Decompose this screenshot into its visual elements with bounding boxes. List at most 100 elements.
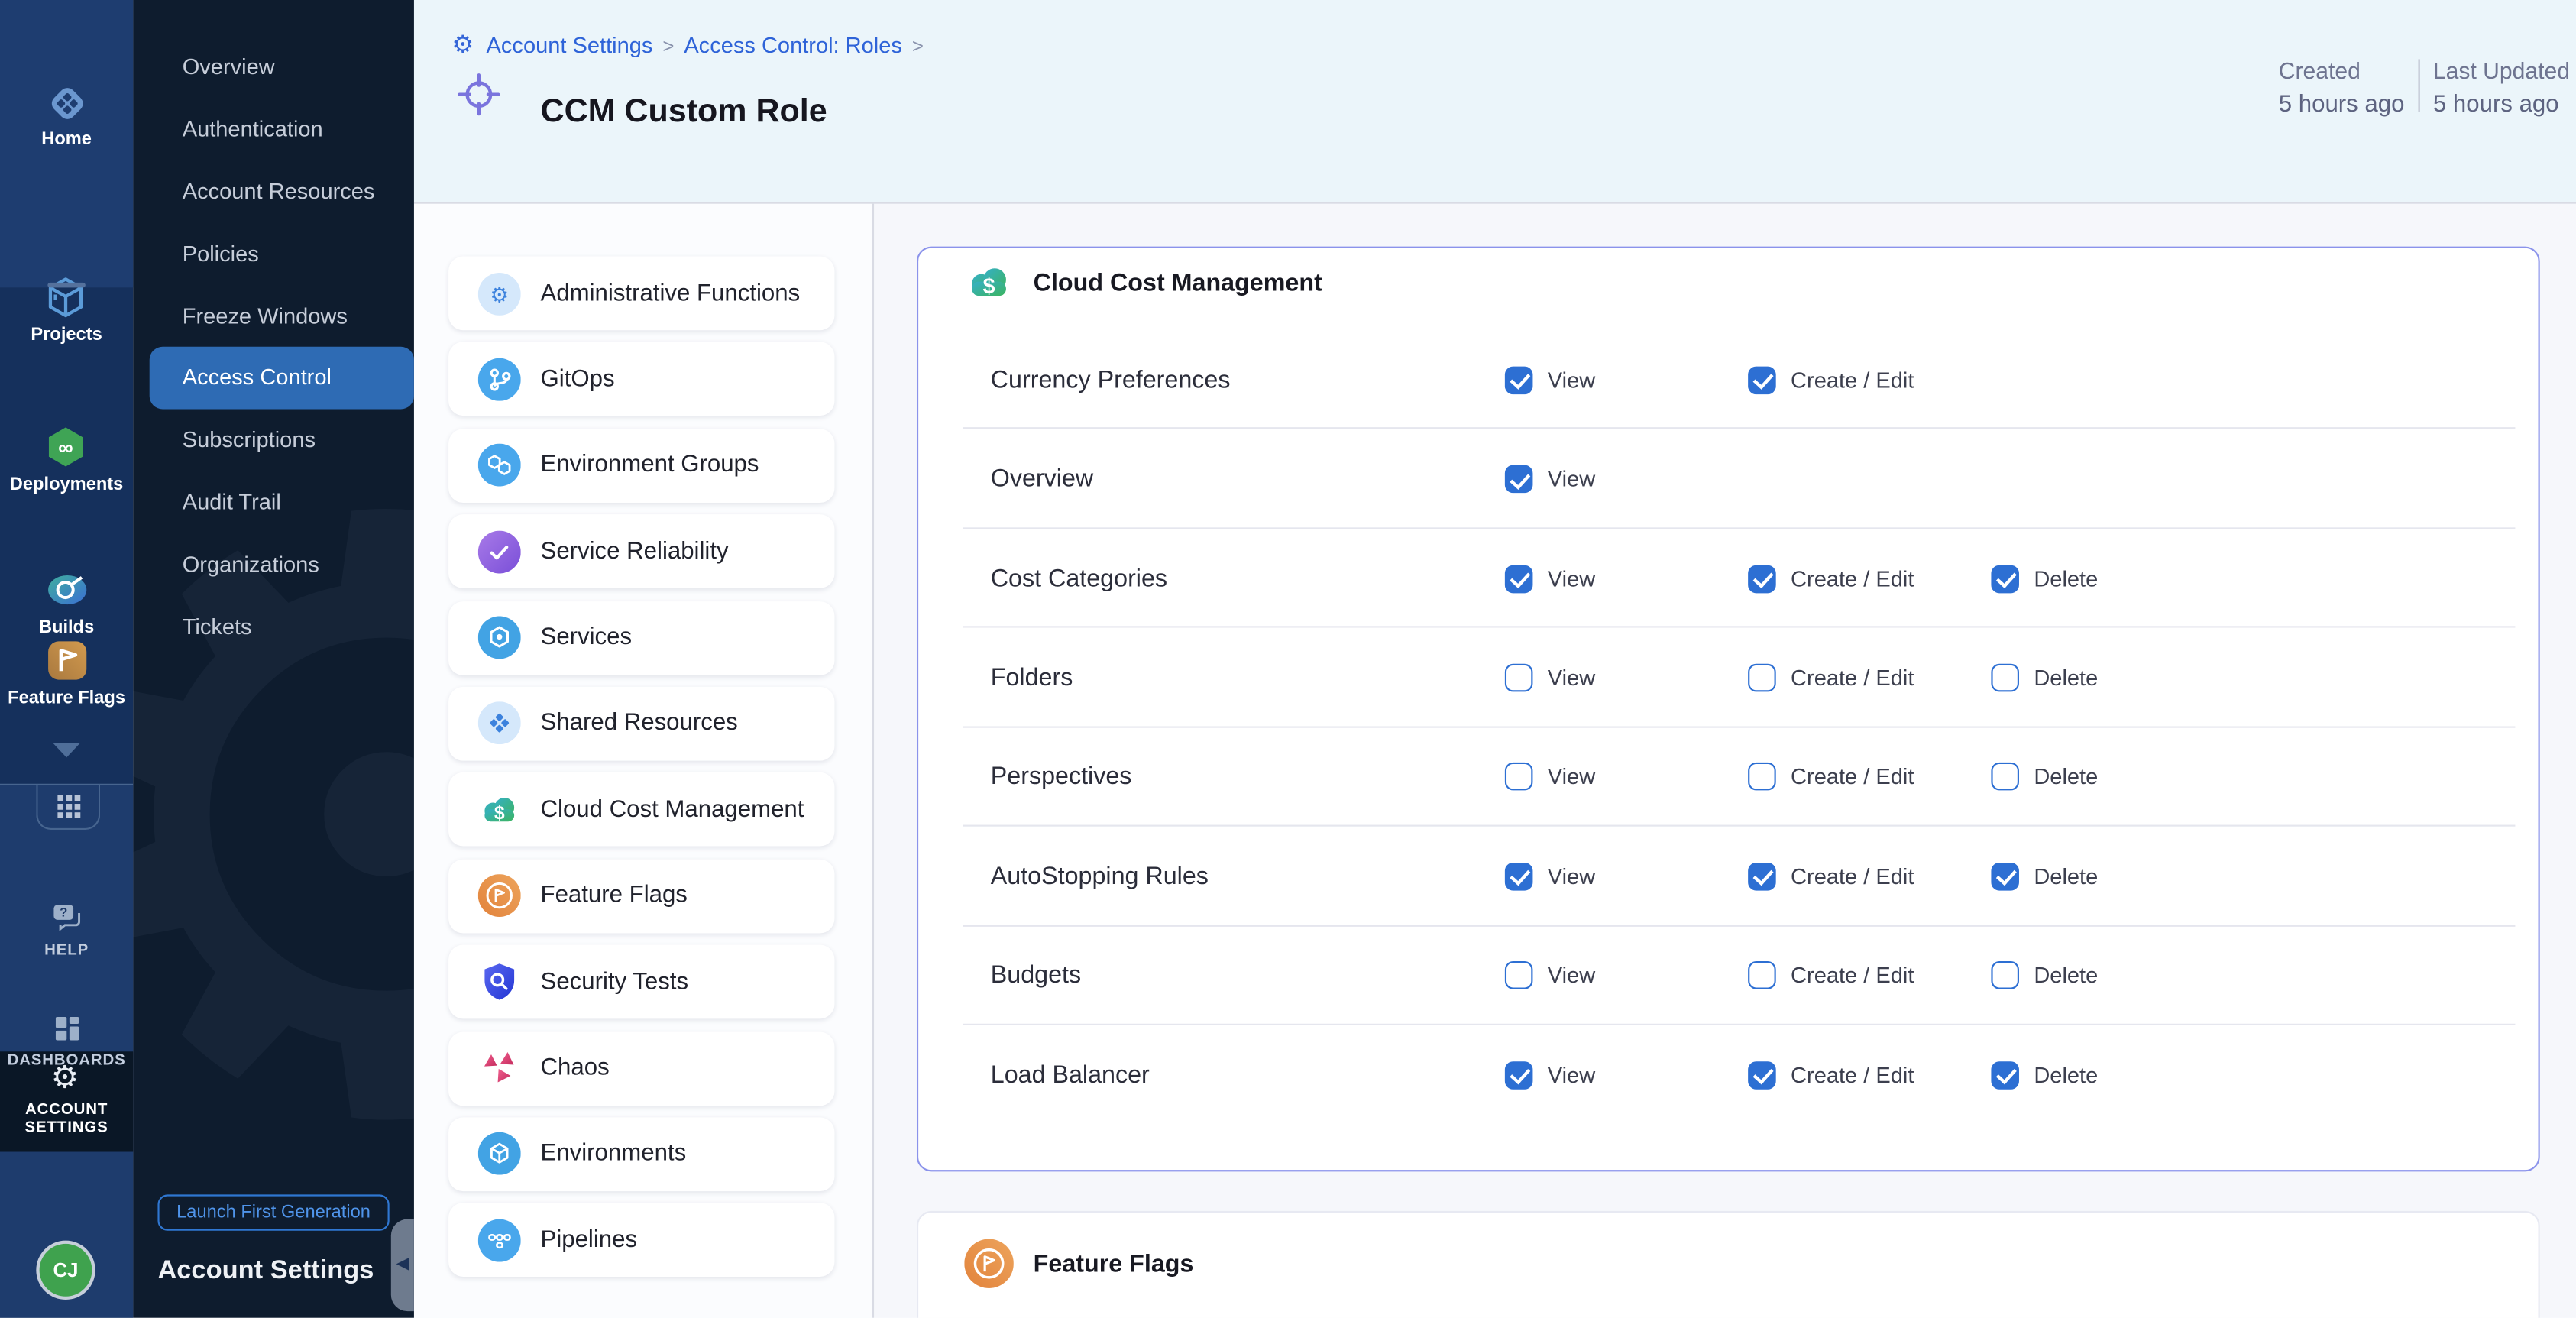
permission-checkbox-label[interactable]: View (1548, 665, 1595, 690)
sidebar-nav-item[interactable]: Policies (133, 222, 414, 284)
module-picker-button[interactable] (36, 784, 100, 830)
permission-checkbox[interactable] (1505, 465, 1533, 494)
permission-checkbox[interactable] (1991, 863, 2019, 891)
rail-nav-item[interactable]: Feature Flags (8, 637, 125, 708)
permission-checkbox-label[interactable]: View (1548, 963, 1595, 988)
permission-checkbox-label[interactable]: Delete (2034, 864, 2098, 889)
module-card[interactable]: Security Tests (448, 945, 834, 1019)
permission-checkbox[interactable] (1505, 763, 1533, 792)
permission-checkbox[interactable] (1748, 763, 1776, 792)
permission-checkbox[interactable] (1748, 863, 1776, 891)
permission-checkbox-label[interactable]: Create / Edit (1791, 1063, 1914, 1087)
svg-text:⚙: ⚙ (490, 282, 509, 306)
permission-checkbox[interactable] (1991, 565, 2019, 593)
module-card[interactable]: Environments (448, 1117, 834, 1191)
module-card[interactable]: Environment Groups (448, 429, 834, 503)
left-rail: Home Projects ∞ Deployments Builds Featu… (0, 0, 133, 1318)
sidebar-nav-item[interactable]: Access Control (150, 347, 414, 409)
rail-nav-item[interactable]: Builds (39, 567, 94, 637)
module-label: Environments (541, 1141, 687, 1167)
flag-square-icon (44, 637, 89, 683)
launch-first-generation-button[interactable]: Launch First Generation (157, 1194, 389, 1230)
sidebar-nav-item[interactable]: Tickets (133, 595, 414, 657)
sidebar-nav-label: Access Control (183, 365, 332, 390)
grid-3x3-icon (57, 795, 79, 818)
module-card[interactable]: Shared Resources (448, 687, 834, 761)
chevron-down-icon[interactable] (51, 741, 83, 759)
module-card[interactable]: Feature Flags (448, 859, 834, 933)
main-content: $ Cloud Cost Management Currency Prefere… (872, 201, 2576, 1317)
sidebar-nav-item[interactable]: Overview (133, 36, 414, 98)
module-card[interactable]: Services (448, 601, 834, 675)
permission-checkbox[interactable] (1748, 565, 1776, 593)
permission-checkbox-label[interactable]: Create / Edit (1791, 864, 1914, 889)
sidebar-nav-item[interactable]: Freeze Windows (133, 284, 414, 346)
account-settings-button[interactable]: ⚙ ACCOUNT SETTINGS (0, 1063, 133, 1138)
permission-checkbox[interactable] (1505, 962, 1533, 990)
permission-cell: View (1505, 763, 1748, 792)
permission-checkbox[interactable] (1505, 366, 1533, 394)
permission-checkbox[interactable] (1505, 863, 1533, 891)
breadcrumb-link[interactable]: Access Control: Roles (684, 33, 902, 57)
permission-checkbox-label[interactable]: View (1548, 1063, 1595, 1087)
permission-checkbox-label[interactable]: View (1548, 864, 1595, 889)
sidebar-nav-item[interactable]: Account Resources (133, 160, 414, 222)
sidebar-nav-item[interactable]: Authentication (133, 99, 414, 160)
permission-checkbox-label[interactable]: View (1548, 467, 1595, 491)
permission-cell: View (1505, 465, 1748, 494)
user-avatar[interactable]: CJ (40, 1244, 92, 1297)
permission-cell: Create / Edit (1748, 1061, 1991, 1090)
permission-checkbox[interactable] (1748, 664, 1776, 692)
feature-flags-section-header: Feature Flags (964, 1239, 1193, 1288)
permission-checkbox[interactable] (1748, 1061, 1776, 1090)
permission-checkbox[interactable] (1505, 565, 1533, 593)
account-settings-label: ACCOUNT SETTINGS (15, 1101, 117, 1138)
permission-checkbox-label[interactable]: Delete (2034, 566, 2098, 591)
permission-checkbox[interactable] (1748, 366, 1776, 394)
sidebar-nav-item[interactable]: Subscriptions (133, 409, 414, 471)
sidebar-nav-item[interactable]: Audit Trail (133, 471, 414, 533)
help-button[interactable]: ? HELP (0, 899, 133, 960)
permission-checkbox[interactable] (1748, 962, 1776, 990)
module-card[interactable]: GitOps (448, 342, 834, 416)
permission-checkbox-label[interactable]: Delete (2034, 665, 2098, 690)
breadcrumb-link[interactable]: Account Settings (487, 33, 653, 57)
sidebar-nav-item[interactable]: Organizations (133, 533, 414, 595)
sidebar-nav-label: Tickets (183, 614, 252, 638)
breadcrumb-item: Access Control: Roles > (684, 33, 924, 57)
module-card[interactable]: Service Reliability (448, 514, 834, 588)
permission-checkbox[interactable] (1991, 1061, 2019, 1090)
module-card[interactable]: $ Cloud Cost Management (448, 772, 834, 847)
permission-checkbox[interactable] (1991, 664, 2019, 692)
permission-checkbox-label[interactable]: Create / Edit (1791, 765, 1914, 789)
permission-row-name: Cost Categories (991, 565, 1505, 593)
last-updated-label: Last Updated (2433, 57, 2570, 83)
permission-checkbox[interactable] (1505, 1061, 1533, 1090)
permission-checkbox-label[interactable]: Create / Edit (1791, 963, 1914, 988)
permission-checkbox[interactable] (1505, 664, 1533, 692)
permission-checkbox-label[interactable]: View (1548, 765, 1595, 789)
ccm-cloud-dollar-icon: $ (964, 258, 1014, 308)
permission-row: Budgets View Create / Edit (918, 926, 2538, 1025)
module-label: Service Reliability (541, 539, 729, 565)
permission-cells: View (1505, 465, 1748, 494)
permission-checkbox-label[interactable]: Delete (2034, 1063, 2098, 1087)
permission-checkbox[interactable] (1991, 962, 2019, 990)
permission-checkbox-label[interactable]: Create / Edit (1791, 368, 1914, 392)
permission-checkbox-label[interactable]: View (1548, 566, 1595, 591)
permission-checkbox-label[interactable]: View (1548, 368, 1595, 392)
deployments-infinity-icon: ∞ (44, 424, 89, 470)
permission-checkbox-label[interactable]: Delete (2034, 765, 2098, 789)
permission-row-name: Perspectives (991, 763, 1505, 792)
rail-nav-item[interactable]: Home (41, 83, 92, 150)
permission-checkbox-label[interactable]: Create / Edit (1791, 566, 1914, 591)
permission-checkbox-label[interactable]: Delete (2034, 963, 2098, 988)
permission-checkbox[interactable] (1991, 763, 2019, 792)
rail-nav-item[interactable]: ∞ Deployments (10, 424, 124, 494)
module-card[interactable]: ⚙ Administrative Functions (448, 256, 834, 330)
module-card[interactable]: Pipelines (448, 1203, 834, 1278)
sidebar-collapse-button[interactable]: ◀ (391, 1219, 414, 1311)
permission-checkbox-label[interactable]: Create / Edit (1791, 665, 1914, 690)
module-card[interactable]: Chaos (448, 1031, 834, 1105)
permission-row: Overview View (918, 429, 2538, 529)
